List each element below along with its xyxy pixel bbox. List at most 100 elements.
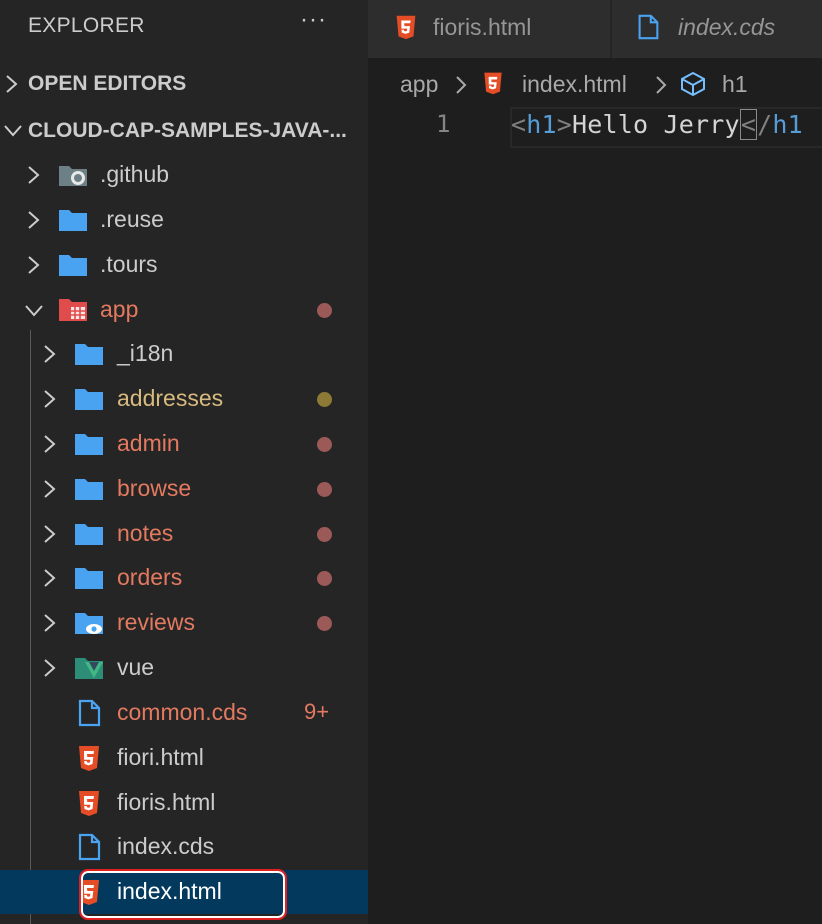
tree-item-admin[interactable]: admin xyxy=(0,422,368,466)
file-icon xyxy=(78,699,101,727)
folder-icon xyxy=(59,210,87,231)
chevron-right-icon xyxy=(44,435,56,453)
tab-fioris-html[interactable]: fioris.html xyxy=(368,0,610,58)
modified-indicator xyxy=(317,527,332,542)
chevron-right-icon xyxy=(44,345,56,363)
folder-icon xyxy=(75,434,103,455)
section-open-editors[interactable]: OPEN EDITORS xyxy=(0,62,368,106)
symbol-field-icon xyxy=(681,71,705,97)
chevron-down-icon xyxy=(25,305,43,317)
more-actions-icon[interactable]: ··· xyxy=(300,6,327,34)
tree-item-reuse[interactable]: .reuse xyxy=(0,198,368,242)
tree-item-notes[interactable]: notes xyxy=(0,512,368,556)
code-line[interactable]: <h1>Hello Jerry</h1 xyxy=(511,109,803,140)
tree-item-vue[interactable]: vue xyxy=(0,646,368,690)
tree-item-label: index.cds xyxy=(117,833,215,859)
tree-item-tours[interactable]: .tours xyxy=(0,243,368,287)
tree-item-label: common.cds xyxy=(117,699,248,725)
highlight-box xyxy=(79,869,287,920)
tab-label: fioris.html xyxy=(433,14,532,40)
folder-icon xyxy=(59,255,87,276)
tree-item-label: app xyxy=(100,296,139,322)
code-token: h1 xyxy=(526,110,557,139)
modified-indicator xyxy=(317,437,332,452)
tree-item-label: addresses xyxy=(117,385,224,411)
modified-indicator xyxy=(317,303,332,318)
editor-area: fioris.html index.cds app index.html h1 … xyxy=(368,0,822,924)
breadcrumb-folder[interactable]: app xyxy=(400,71,438,98)
code-token: Hello Jerry xyxy=(572,110,740,139)
html5-icon xyxy=(79,791,99,816)
review-folder-icon xyxy=(75,613,103,634)
chevron-right-icon xyxy=(656,76,667,94)
code-token: / xyxy=(757,110,773,139)
code-token: < xyxy=(511,110,527,139)
github-folder-icon xyxy=(59,166,87,186)
tree-item-i18n[interactable]: _i18n xyxy=(0,332,368,376)
tree-item-label: fiori.html xyxy=(117,744,204,770)
explorer-header: EXPLORER ··· xyxy=(0,0,368,52)
vue-folder-icon xyxy=(75,658,103,679)
explorer-title: EXPLORER xyxy=(28,14,145,37)
tree-item-label: notes xyxy=(117,520,174,546)
problem-count-badge: 9+ xyxy=(304,699,330,724)
chevron-right-icon xyxy=(44,569,56,587)
tree-item-label: .github xyxy=(100,161,170,187)
tree-item-label: reviews xyxy=(117,609,195,635)
chevron-right-icon xyxy=(28,256,40,274)
section-project[interactable]: CLOUD-CAP-SAMPLES-JAVA-... xyxy=(0,109,368,153)
section-label: OPEN EDITORS xyxy=(28,72,187,95)
untracked-indicator xyxy=(317,392,332,407)
folder-icon xyxy=(75,479,103,500)
html5-icon xyxy=(396,15,416,40)
tree-item-label: orders xyxy=(117,564,183,590)
modified-indicator xyxy=(317,616,332,631)
chevron-right-icon xyxy=(6,75,18,93)
tree-item-label: .tours xyxy=(100,251,158,277)
tree-item-label: fioris.html xyxy=(117,789,216,815)
modified-indicator xyxy=(317,482,332,497)
folder-icon xyxy=(75,389,103,410)
line-number: 1 xyxy=(436,110,451,138)
folder-icon xyxy=(75,568,103,589)
folder-icon xyxy=(75,524,103,545)
folder-icon xyxy=(75,344,103,365)
modified-indicator xyxy=(317,571,332,586)
code-token: < xyxy=(739,109,758,140)
tree-item-browse[interactable]: browse xyxy=(0,467,368,511)
code-token: h1 xyxy=(772,110,803,139)
file-icon xyxy=(78,833,101,861)
breadcrumb-symbol[interactable]: h1 xyxy=(722,71,748,98)
tree-item-label: admin xyxy=(117,430,180,456)
breadcrumb: app index.html h1 xyxy=(368,62,822,106)
tree-item-label: browse xyxy=(117,475,192,501)
tree-item-fiori-html[interactable]: fiori.html xyxy=(0,736,368,780)
chevron-right-icon xyxy=(456,76,467,94)
chevron-right-icon xyxy=(44,659,56,677)
tree-item-label: _i18n xyxy=(117,340,174,366)
chevron-right-icon xyxy=(28,166,40,184)
tree-item-reviews[interactable]: reviews xyxy=(0,601,368,645)
breadcrumb-file[interactable]: index.html xyxy=(522,71,627,98)
tree-item-addresses[interactable]: addresses xyxy=(0,377,368,421)
app-folder-icon xyxy=(59,299,87,321)
tree-item-app[interactable]: app xyxy=(0,288,368,332)
chevron-right-icon xyxy=(44,614,56,632)
tree-item-fioris-html[interactable]: fioris.html xyxy=(0,781,368,825)
chevron-right-icon xyxy=(44,390,56,408)
html5-icon xyxy=(79,746,99,771)
chevron-right-icon xyxy=(44,525,56,543)
tree-item-orders[interactable]: orders xyxy=(0,556,368,600)
chevron-down-icon xyxy=(4,125,22,137)
tree-item-github[interactable]: .github xyxy=(0,153,368,197)
tree-item-label: vue xyxy=(117,654,155,680)
tab-index-cds[interactable]: index.cds xyxy=(612,0,822,58)
tab-bar: fioris.html index.cds xyxy=(368,0,822,58)
tree-item-index-cds[interactable]: index.cds xyxy=(0,825,368,869)
tree-item-common-cds[interactable]: common.cds 9+ xyxy=(0,691,368,735)
section-label: CLOUD-CAP-SAMPLES-JAVA-... xyxy=(28,119,347,142)
chevron-right-icon xyxy=(28,211,40,229)
tab-label: index.cds xyxy=(678,14,776,40)
explorer-sidebar: EXPLORER ··· OPEN EDITORS CLOUD-CAP-SAMP… xyxy=(0,0,368,924)
chevron-right-icon xyxy=(44,480,56,498)
